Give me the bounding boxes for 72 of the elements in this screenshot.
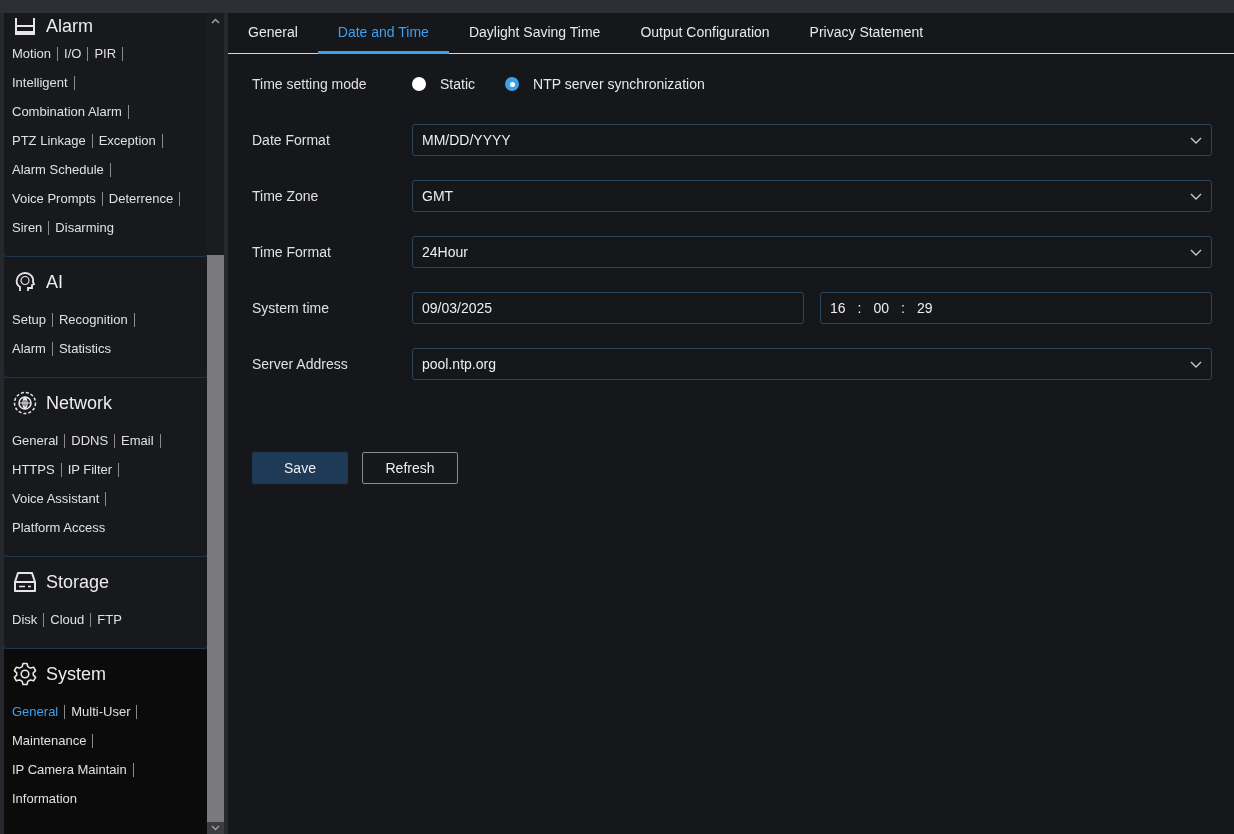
sidebar-link[interactable]: Combination Alarm [12,101,122,122]
globe-icon [13,391,37,415]
sidebar-link[interactable]: Recognition [59,309,128,330]
field-label: Date Format [252,130,331,150]
tab[interactable]: General [228,13,318,54]
sidebar-link[interactable]: Deterrence [108,188,174,209]
sidebar-link[interactable]: PTZ Linkage [12,130,86,151]
scrollbar[interactable] [207,13,224,834]
sidebar-link[interactable]: Platform Access [12,517,106,538]
dropdown[interactable]: GMT [412,180,1212,212]
section-title[interactable]: Network [46,389,112,417]
head-icon [14,271,36,293]
chevron-down-icon [1190,360,1202,368]
chevron-down-icon [1190,136,1202,144]
sidebar-link[interactable]: Disk [12,609,38,630]
sidebar-link[interactable]: Statistics [58,338,111,359]
scroll-up-icon[interactable] [211,17,220,24]
dropdown[interactable]: pool.ntp.org [412,348,1212,380]
sidebar-link[interactable]: Disarming [55,217,114,238]
dropdown[interactable]: MM/DD/YYYY [412,124,1212,156]
tab[interactable]: Output Configuration [620,13,790,54]
sidebar-link[interactable]: FTP [97,609,122,630]
sidebar-link[interactable]: Information [12,788,78,809]
sidebar-link[interactable]: IP Filter [67,459,113,480]
sidebar-link[interactable]: Multi-User [71,701,131,722]
field-label: Time Zone [252,186,320,206]
action-button[interactable]: Save [252,452,348,484]
chevron-down-icon [1190,248,1202,256]
sidebar-link[interactable]: Maintenance [12,730,87,751]
sidebar-link[interactable]: Email [121,430,154,451]
section-title[interactable]: AI [46,268,63,296]
action-button[interactable]: Refresh [362,452,458,484]
section-title[interactable]: Storage [46,568,110,596]
sidebar-link[interactable]: DDNS [71,430,109,451]
sidebar-link[interactable]: IP Camera Maintain [12,759,127,780]
date-field[interactable]: 09/03/2025 [412,292,804,324]
sidebar-link[interactable]: PIR [94,43,117,64]
sidebar-link[interactable]: Voice Prompts [12,188,96,209]
sidebar-link[interactable]: Cloud [50,609,85,630]
tab[interactable]: Daylight Saving Time [448,13,621,54]
sidebar-link[interactable]: Intelligent [12,72,68,93]
chevron-down-icon [1190,192,1202,200]
field-label: Time setting mode [252,74,368,94]
radio-label[interactable]: NTP server synchronization [533,73,705,95]
sidebar-link[interactable]: General [12,701,59,722]
radio-label[interactable]: Static [440,73,475,95]
sidebar-link[interactable]: Alarm Schedule [12,159,104,180]
section-title[interactable]: Alarm [46,13,93,40]
sidebar-link[interactable]: I/O [64,43,82,64]
time-field[interactable]: 16 : 00 : 29 [820,292,1212,324]
sidebar-link[interactable]: Exception [98,130,156,151]
sidebar-link[interactable]: General [12,430,59,451]
scroll-down-icon[interactable] [211,825,220,831]
radio-button[interactable] [505,77,519,91]
sidebar-link[interactable]: Alarm [12,338,46,359]
settings-icon [13,662,37,686]
tab[interactable]: Privacy Statement [789,13,944,54]
field-label: System time [252,298,330,318]
hard-drive-icon [13,571,37,593]
tab[interactable]: Date and Time [317,13,449,54]
section-title[interactable]: System [46,660,106,688]
sidebar-link[interactable]: Voice Assistant [12,488,100,509]
field-label: Server Address [252,354,349,374]
panel-icon [14,16,36,36]
radio-button[interactable] [412,77,426,91]
sidebar-link[interactable]: Setup [12,309,46,330]
field-label: Time Format [252,242,332,262]
scrollbar-thumb[interactable] [207,255,224,822]
sidebar-link[interactable]: HTTPS [12,459,55,480]
dropdown[interactable]: 24Hour [412,236,1212,268]
sidebar-link[interactable]: Motion [12,43,52,64]
sidebar-link[interactable]: Siren [12,217,43,238]
